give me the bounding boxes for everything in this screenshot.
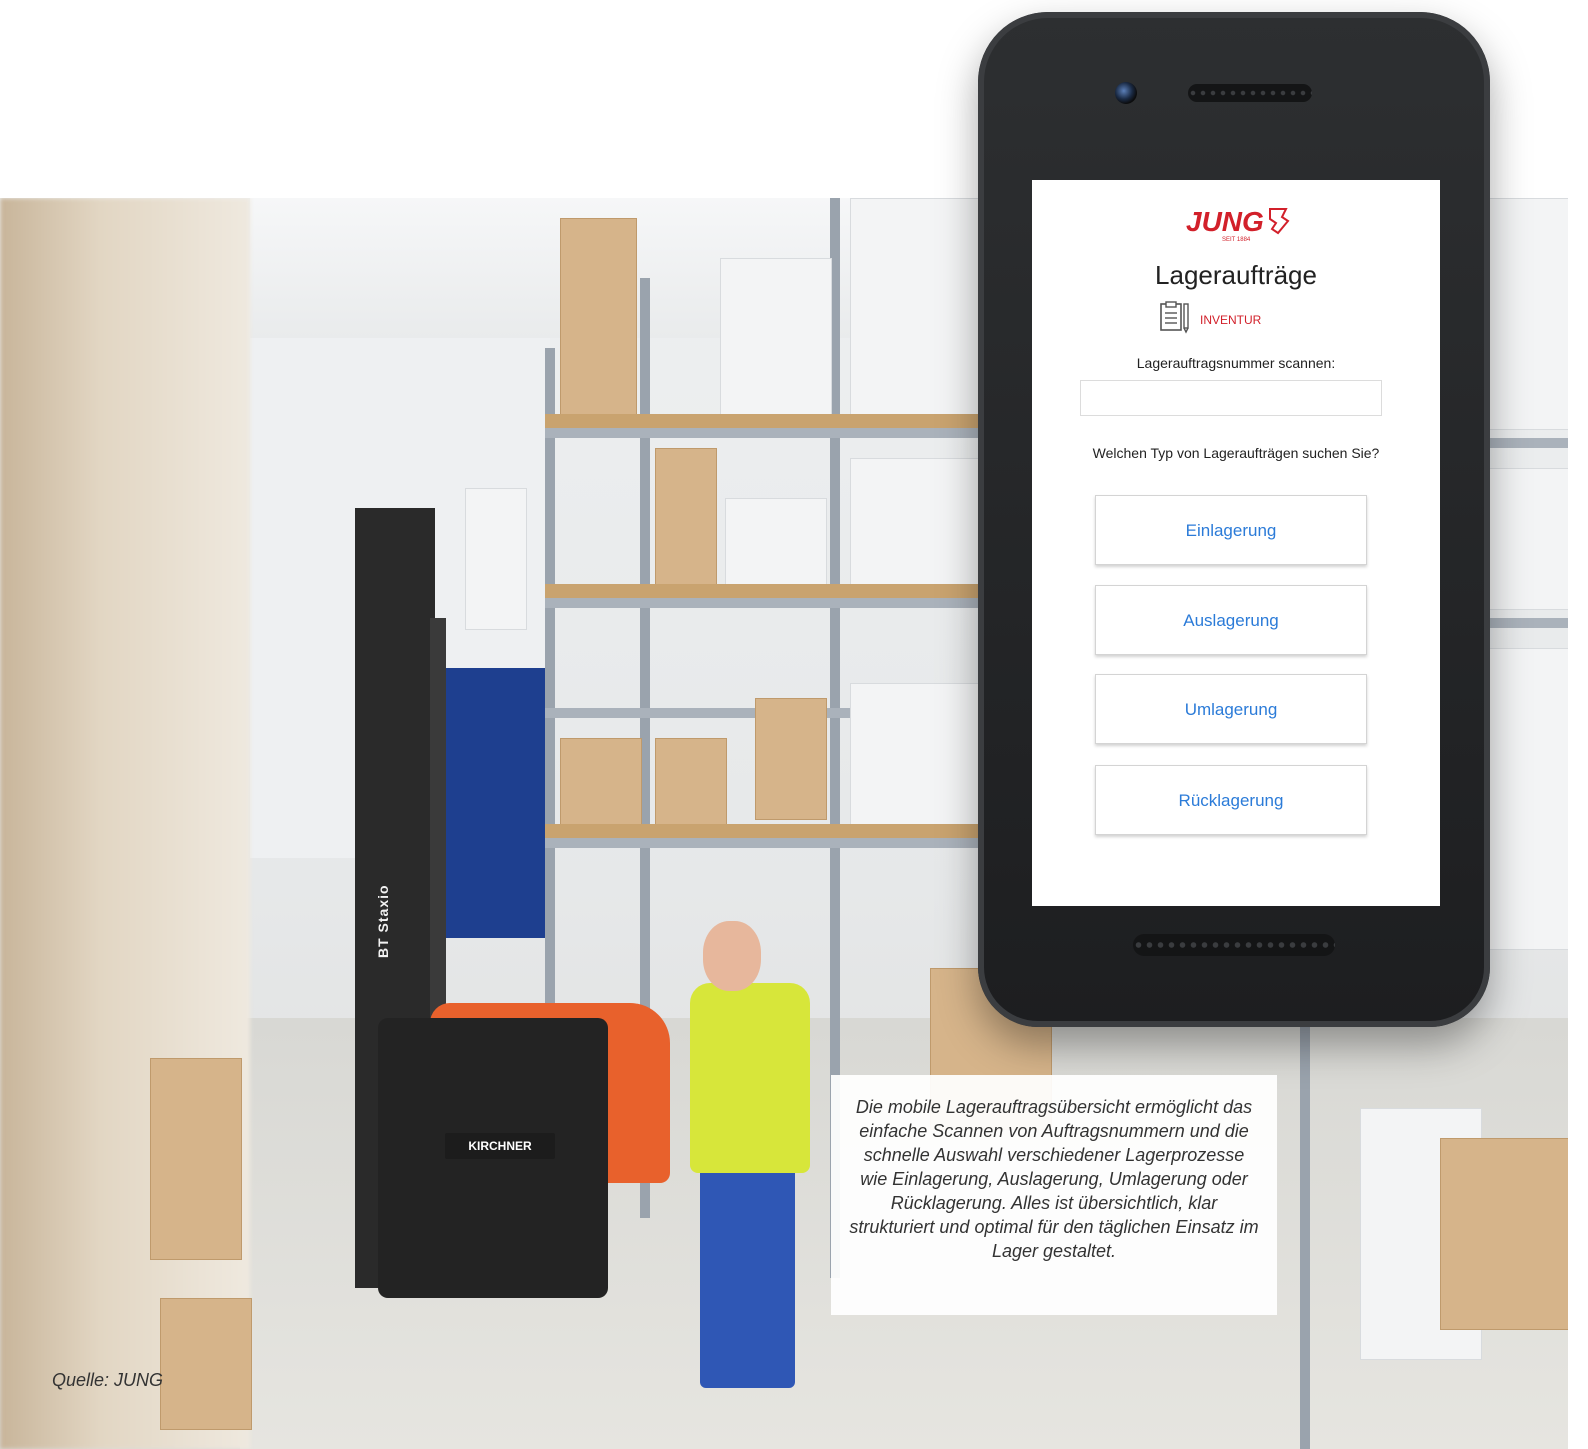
svg-text:SEIT 1884: SEIT 1884 [1222, 237, 1251, 243]
svg-text:JUNG: JUNG [1186, 206, 1264, 237]
carton-stack [560, 218, 637, 420]
wrapped-goods [1480, 648, 1568, 950]
carton-stack [160, 1298, 252, 1430]
order-number-input[interactable] [1080, 380, 1382, 416]
umlagerung-button[interactable]: Umlagerung [1095, 674, 1367, 744]
pallet [545, 824, 985, 838]
wrapped-goods [720, 258, 832, 420]
speaker-grille [1133, 934, 1335, 956]
wrapped-goods [850, 198, 982, 420]
caption-box: Die mobile Lagerauftragsübersicht ermögl… [831, 1075, 1277, 1315]
foreground-rack-blur [0, 198, 250, 1449]
wrapped-goods [725, 498, 827, 590]
carton-stack [1440, 1138, 1568, 1330]
page-title: Lageraufträge [1155, 260, 1317, 290]
wrapped-goods [1480, 468, 1568, 610]
wrapped-goods [1480, 198, 1568, 430]
truck-brand-label: KIRCHNER [445, 1133, 555, 1159]
mast-label: BT Staxio [375, 884, 391, 958]
rack-beam [545, 838, 985, 848]
einlagerung-button[interactable]: Einlagerung [1095, 495, 1367, 565]
source-credit: Quelle: JUNG [52, 1370, 164, 1390]
clipboard-icon [1160, 301, 1189, 334]
front-camera-icon [1115, 82, 1137, 104]
pallet [545, 584, 985, 598]
carton-stack [655, 738, 727, 830]
carton-stack [755, 698, 827, 820]
wrapped-goods [850, 458, 982, 590]
rack-beam [545, 598, 985, 608]
mobile-scanner-device: JUNG SEIT 1884 Lageraufträge INVENTUR La… [978, 12, 1490, 1027]
pallet [545, 414, 985, 428]
rack-beam [545, 428, 985, 438]
carton-stack [655, 448, 717, 590]
app-screen: JUNG SEIT 1884 Lageraufträge INVENTUR La… [1032, 180, 1440, 906]
worker-legs [700, 1163, 795, 1388]
earpiece-speaker [1188, 84, 1312, 102]
mode-label: INVENTUR [1200, 313, 1262, 327]
jung-logo: JUNG SEIT 1884 [1186, 206, 1290, 243]
rack-beam [1480, 618, 1568, 628]
wrapped-goods [850, 683, 982, 835]
rack-post [1300, 1018, 1310, 1449]
carton-stack [150, 1058, 242, 1260]
carton-stack [560, 738, 642, 830]
blue-wall-panel [435, 668, 555, 938]
order-type-question: Welchen Typ von Lageraufträgen suchen Si… [1092, 445, 1380, 461]
auslagerung-button[interactable]: Auslagerung [1095, 585, 1367, 655]
worker-head [703, 921, 761, 991]
rack-beam [1480, 438, 1568, 448]
wrapped-goods [465, 488, 527, 630]
ruecklagerung-button[interactable]: Rücklagerung [1095, 765, 1367, 835]
worker-safety-vest [690, 983, 810, 1173]
scan-label: Lagerauftragsnummer scannen: [1136, 355, 1336, 371]
caption-text: Die mobile Lagerauftragsübersicht ermögl… [849, 1097, 1259, 1261]
